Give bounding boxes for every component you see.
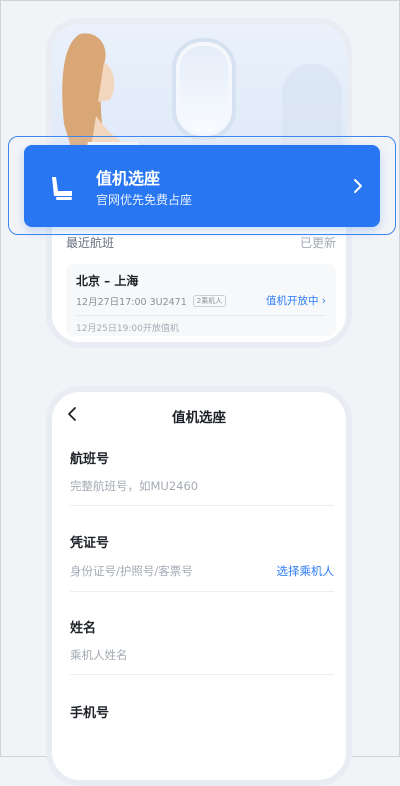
checkin-open-time: 12月25日19:00开放值机 <box>76 324 179 334</box>
banner-subtitle: 官网优先免费占座 <box>96 193 193 207</box>
name-input[interactable] <box>70 648 334 662</box>
chevron-right-icon <box>354 179 362 193</box>
phone-field: 手机号 <box>70 702 334 747</box>
flight-number-field: 航班号 <box>70 448 334 506</box>
flight-number-input[interactable] <box>70 479 334 493</box>
document-number-label: 凭证号 <box>70 536 110 551</box>
passenger-count-badge: 2乘机人 <box>192 294 227 307</box>
form-page-title: 值机选座 <box>172 410 226 426</box>
flight-card[interactable]: 北京 – 上海 12月27日17:00 3U2471 2乘机人 值机开放中 › … <box>66 264 336 336</box>
field-divider <box>70 505 334 506</box>
airplane-window-glass <box>180 46 228 132</box>
recent-flights-title: 最近航班 <box>66 236 115 250</box>
name-label: 姓名 <box>70 621 97 636</box>
select-passenger-link[interactable]: 选择乘机人 <box>277 563 335 579</box>
phone-label: 手机号 <box>70 706 110 721</box>
flight-route: 北京 – 上海 <box>76 274 139 288</box>
banner-title: 值机选座 <box>96 169 161 188</box>
recent-flights-header: 最近航班 已更新 <box>66 234 336 251</box>
recent-updated-label: 已更新 <box>299 236 336 250</box>
bottom-phone-mockup: 值机选座 航班号 凭证号 选择乘机人 姓名 手机号 <box>46 386 352 786</box>
name-field: 姓名 <box>70 617 334 675</box>
flight-info-row: 12月27日17:00 3U2471 2乘机人 值机开放中 › <box>76 293 326 308</box>
field-divider <box>70 674 334 675</box>
document-number-input[interactable] <box>70 564 277 578</box>
checkin-seat-banner[interactable]: 值机选座 官网优先免费占座 <box>24 145 380 227</box>
flight-details: 12月27日17:00 3U2471 <box>76 296 187 308</box>
phone-input[interactable] <box>70 733 334 747</box>
form-nav-bar: 值机选座 <box>52 392 346 436</box>
field-divider <box>70 591 334 592</box>
seat-icon <box>52 177 72 200</box>
document-number-field: 凭证号 选择乘机人 <box>70 532 334 592</box>
flight-number-label: 航班号 <box>70 452 110 467</box>
flight-card-divider <box>76 315 326 316</box>
checkin-open-link[interactable]: 值机开放中 › <box>266 293 326 308</box>
